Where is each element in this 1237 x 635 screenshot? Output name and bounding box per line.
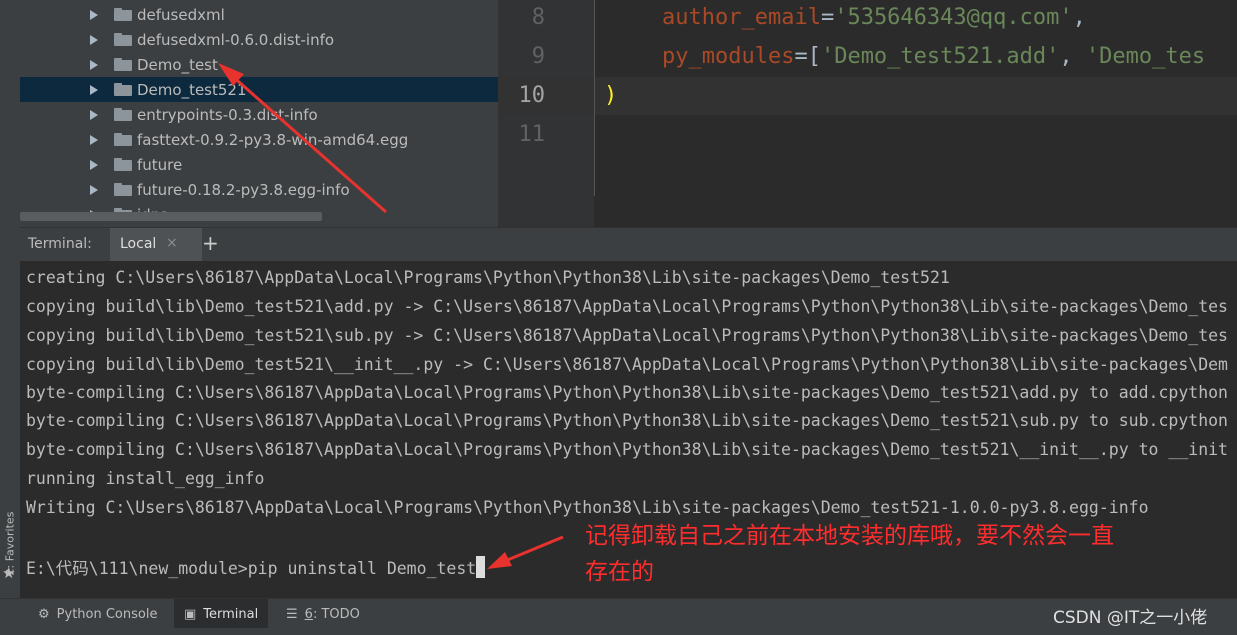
annotation-arrows: [218, 63, 564, 569]
todo-mnemonic: 6: [304, 606, 313, 622]
todo-label: : TODO: [312, 606, 360, 622]
bottom-tool-bar: ⚙ Python Console ▣ Terminal ☰ 6: TODO: [0, 598, 1237, 629]
status-bar: [0, 628, 1237, 635]
terminal-tool-tab[interactable]: ▣ Terminal: [174, 599, 269, 629]
todo-tab[interactable]: ☰ 6: TODO: [278, 599, 368, 629]
python-console-tab[interactable]: ⚙ Python Console: [30, 599, 165, 629]
arrow-to-demo-test: [218, 63, 387, 214]
terminal-tool-label: Terminal: [203, 606, 259, 622]
todo-list-icon: ☰: [286, 606, 298, 622]
python-console-label: Python Console: [56, 606, 158, 622]
python-icon: ⚙: [38, 606, 50, 622]
terminal-icon: ▣: [184, 606, 197, 622]
watermark: CSDN @IT之一小佬: [1053, 608, 1208, 628]
arrow-to-command: [487, 535, 564, 569]
